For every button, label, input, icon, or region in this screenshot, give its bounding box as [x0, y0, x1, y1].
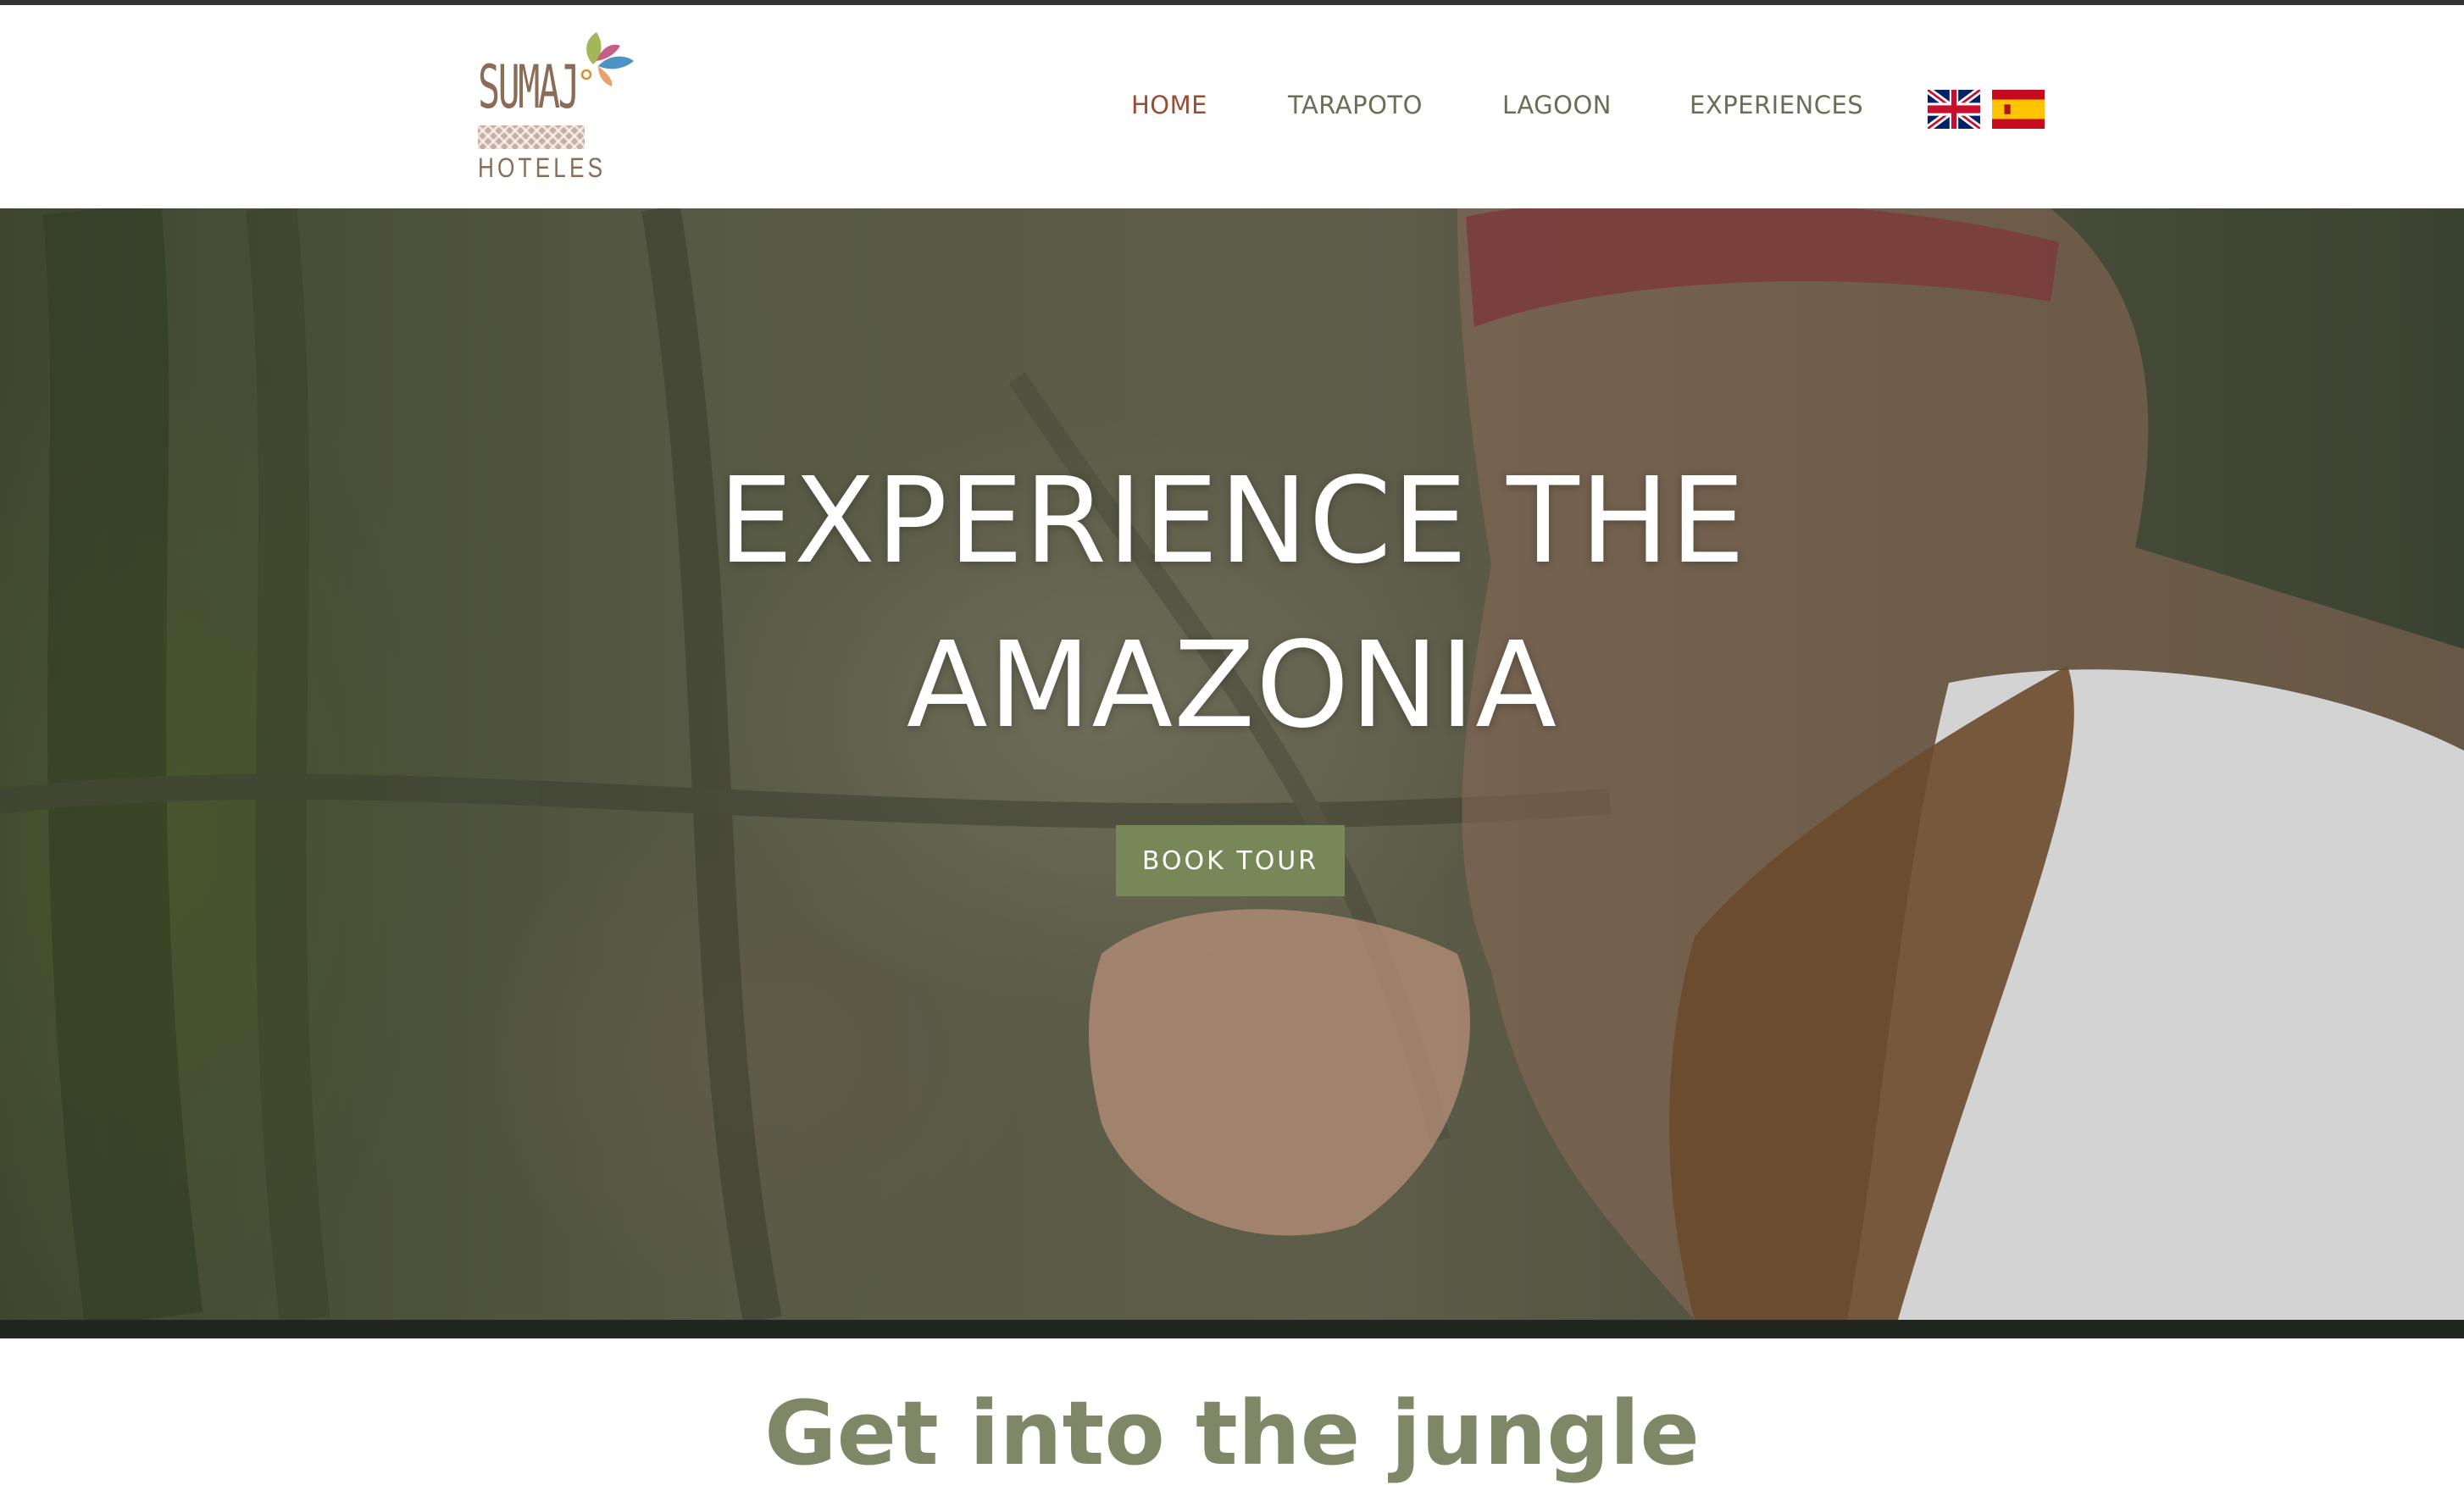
sumaj-hoteles-logo[interactable]: SUMAJ HOTELES — [474, 30, 635, 183]
hero-photo-background — [0, 208, 2464, 1320]
nav-experiences[interactable]: EXPERIENCES — [1690, 93, 1863, 118]
book-tour-button[interactable]: BOOK TOUR — [1116, 825, 1345, 896]
nav-tarapoto[interactable]: TARAPOTO — [1288, 93, 1423, 118]
english-flag-icon[interactable] — [1928, 90, 1980, 129]
hero-title-line-1: EXPERIENCE THE — [718, 452, 1746, 590]
hero-banner: EXPERIENCE THE AMAZONIA BOOK TOUR — [0, 208, 2464, 1320]
nav-home[interactable]: HOME — [1131, 93, 1207, 118]
site-header: SUMAJ HOTELES HOME TARAPOTO LAGOON EXPER… — [0, 5, 2464, 208]
spain-flag-icon[interactable] — [1992, 90, 2045, 129]
logo-pattern-band — [478, 125, 585, 149]
butterfly-leaves-icon — [580, 32, 634, 86]
logo-subtitle: HOTELES — [478, 152, 607, 183]
logo-wordmark: SUMAJ — [478, 53, 580, 122]
hero-title-line-2: AMAZONIA — [906, 617, 1558, 755]
section-heading: Get into the jungle — [764, 1382, 1700, 1485]
hero-bottom-bar — [0, 1320, 2464, 1338]
nav-lagoon[interactable]: LAGOON — [1502, 93, 1612, 118]
